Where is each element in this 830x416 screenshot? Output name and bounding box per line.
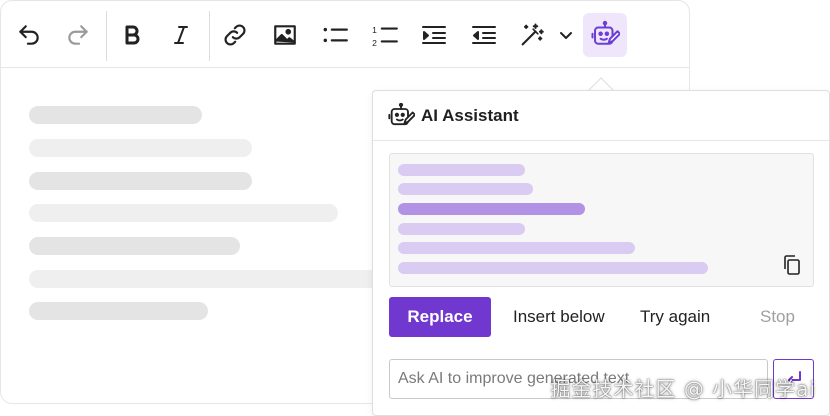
copy-icon [784,255,800,275]
placeholder-line [29,172,252,190]
toolbar-separator [106,11,107,61]
watermark: 掘金技术社区 @ 小华同学ai [550,377,816,401]
bulleted-list-icon [323,27,348,43]
response-line [398,262,708,274]
placeholder-line [29,302,208,320]
image-button[interactable] [263,13,307,57]
replace-button[interactable]: Replace [389,297,491,337]
outdent-button[interactable] [462,13,506,57]
toolbar-separator [209,11,210,61]
magic-wand-icon [521,23,544,46]
italic-button[interactable] [159,13,203,57]
ai-commands-dropdown[interactable] [549,13,583,57]
numbered-list-button[interactable]: 12 [363,13,407,57]
response-line [398,164,525,176]
link-button[interactable] [213,13,257,57]
ai-assistant-panel: AI Assistant Replace Insert below Try ag… [372,90,830,416]
bold-button[interactable] [110,13,154,57]
insert-below-button[interactable]: Insert below [513,297,605,337]
stop-button[interactable]: Stop [760,297,795,337]
placeholder-line [29,139,252,157]
panel-title: AI Assistant [421,105,519,125]
image-icon [274,25,296,45]
bulleted-list-button[interactable] [313,13,357,57]
ai-response-preview [389,153,814,287]
robot-pen-icon [591,20,620,45]
undo-icon [19,25,39,45]
response-line [398,223,525,235]
italic-icon [174,26,188,44]
ai-assistant-button[interactable] [583,13,627,57]
indent-icon [422,26,446,44]
copy-button[interactable] [779,252,805,278]
try-again-button[interactable]: Try again [640,297,710,337]
robot-pen-icon [388,102,415,125]
undo-button[interactable] [7,13,51,57]
ai-commands-button[interactable] [510,13,554,57]
svg-text:1: 1 [372,25,377,35]
placeholder-line [29,237,240,255]
redo-button[interactable] [56,13,100,57]
response-line [398,242,635,254]
response-line [398,183,533,195]
chevron-down-icon [560,32,572,39]
editor-toolbar: 12 [1,1,689,68]
indent-button[interactable] [412,13,456,57]
placeholder-line [29,204,338,222]
redo-icon [68,25,88,45]
bold-icon [125,25,140,45]
placeholder-line [29,106,202,124]
panel-actions: Replace Insert below Try again Stop [389,297,814,337]
response-line [398,203,585,215]
panel-header: AI Assistant [373,91,829,141]
svg-text:2: 2 [372,38,377,48]
outdent-icon [472,26,496,44]
numbered-list-icon: 12 [372,25,398,48]
placeholder-line [29,270,379,288]
link-icon [224,24,246,46]
